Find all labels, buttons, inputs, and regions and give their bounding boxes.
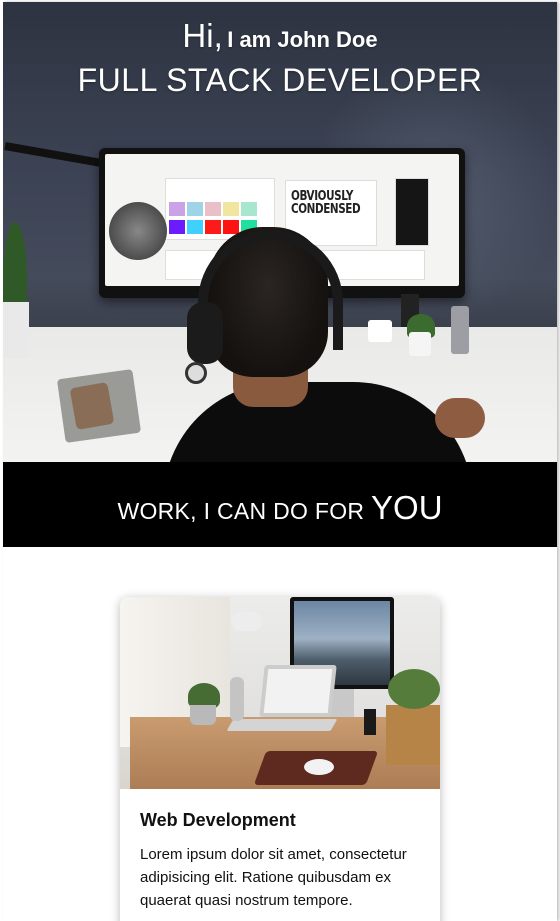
service-card: Web Development Lorem ipsum dolor sit am… (120, 597, 440, 921)
greeting-name: I am John Doe (227, 27, 378, 52)
color-swatch (169, 220, 185, 234)
pen-holder (364, 709, 376, 735)
speaker (451, 306, 469, 354)
laptop-screen (263, 669, 333, 713)
color-swatch (223, 202, 239, 216)
service-card-body: Web Development Lorem ipsum dolor sit am… (120, 789, 440, 912)
hero-greeting: Hi, I am John Doe (3, 17, 557, 55)
mouse (304, 759, 334, 775)
color-swatch (241, 202, 257, 216)
laptop-base (226, 719, 338, 731)
service-card-image (120, 597, 440, 789)
color-swatch (223, 220, 239, 234)
color-swatch (169, 202, 185, 216)
wooden-box (386, 705, 440, 765)
greeting-hi: Hi, (182, 17, 223, 54)
color-swatch (205, 202, 221, 216)
service-card-title: Web Development (140, 810, 296, 830)
headphones-earcup (187, 302, 223, 364)
person-hand (435, 398, 485, 438)
hero-section: OBVIOUSLY CONDENSED Hi, I am John Doe FU… (3, 2, 557, 462)
wristwatch (185, 362, 207, 384)
color-swatch (187, 220, 203, 234)
color-swatch (187, 202, 203, 216)
page: OBVIOUSLY CONDENSED Hi, I am John Doe FU… (3, 2, 557, 921)
color-swatch (205, 220, 221, 234)
lamp (232, 611, 262, 631)
card-plant-pot (190, 705, 216, 725)
card-plant-right (388, 669, 440, 709)
mug (368, 320, 392, 342)
bottle (230, 677, 244, 721)
services-heading-emphasis: YOU (371, 489, 443, 526)
services-banner: WORK, I CAN DO FOR YOU (3, 462, 557, 547)
hero-role: FULL STACK DEVELOPER (77, 62, 483, 98)
plant-pot (3, 302, 29, 358)
microphone (109, 202, 167, 260)
phone (69, 382, 115, 430)
desk-plant-pot (409, 332, 431, 356)
laptop (259, 665, 337, 717)
service-card-description: Lorem ipsum dolor sit amet, consectetur … (140, 846, 407, 909)
screen-panel-dark (395, 178, 429, 246)
services-heading-prefix: WORK, I CAN DO FOR (117, 498, 372, 524)
services-heading: WORK, I CAN DO FOR YOU (3, 489, 557, 534)
